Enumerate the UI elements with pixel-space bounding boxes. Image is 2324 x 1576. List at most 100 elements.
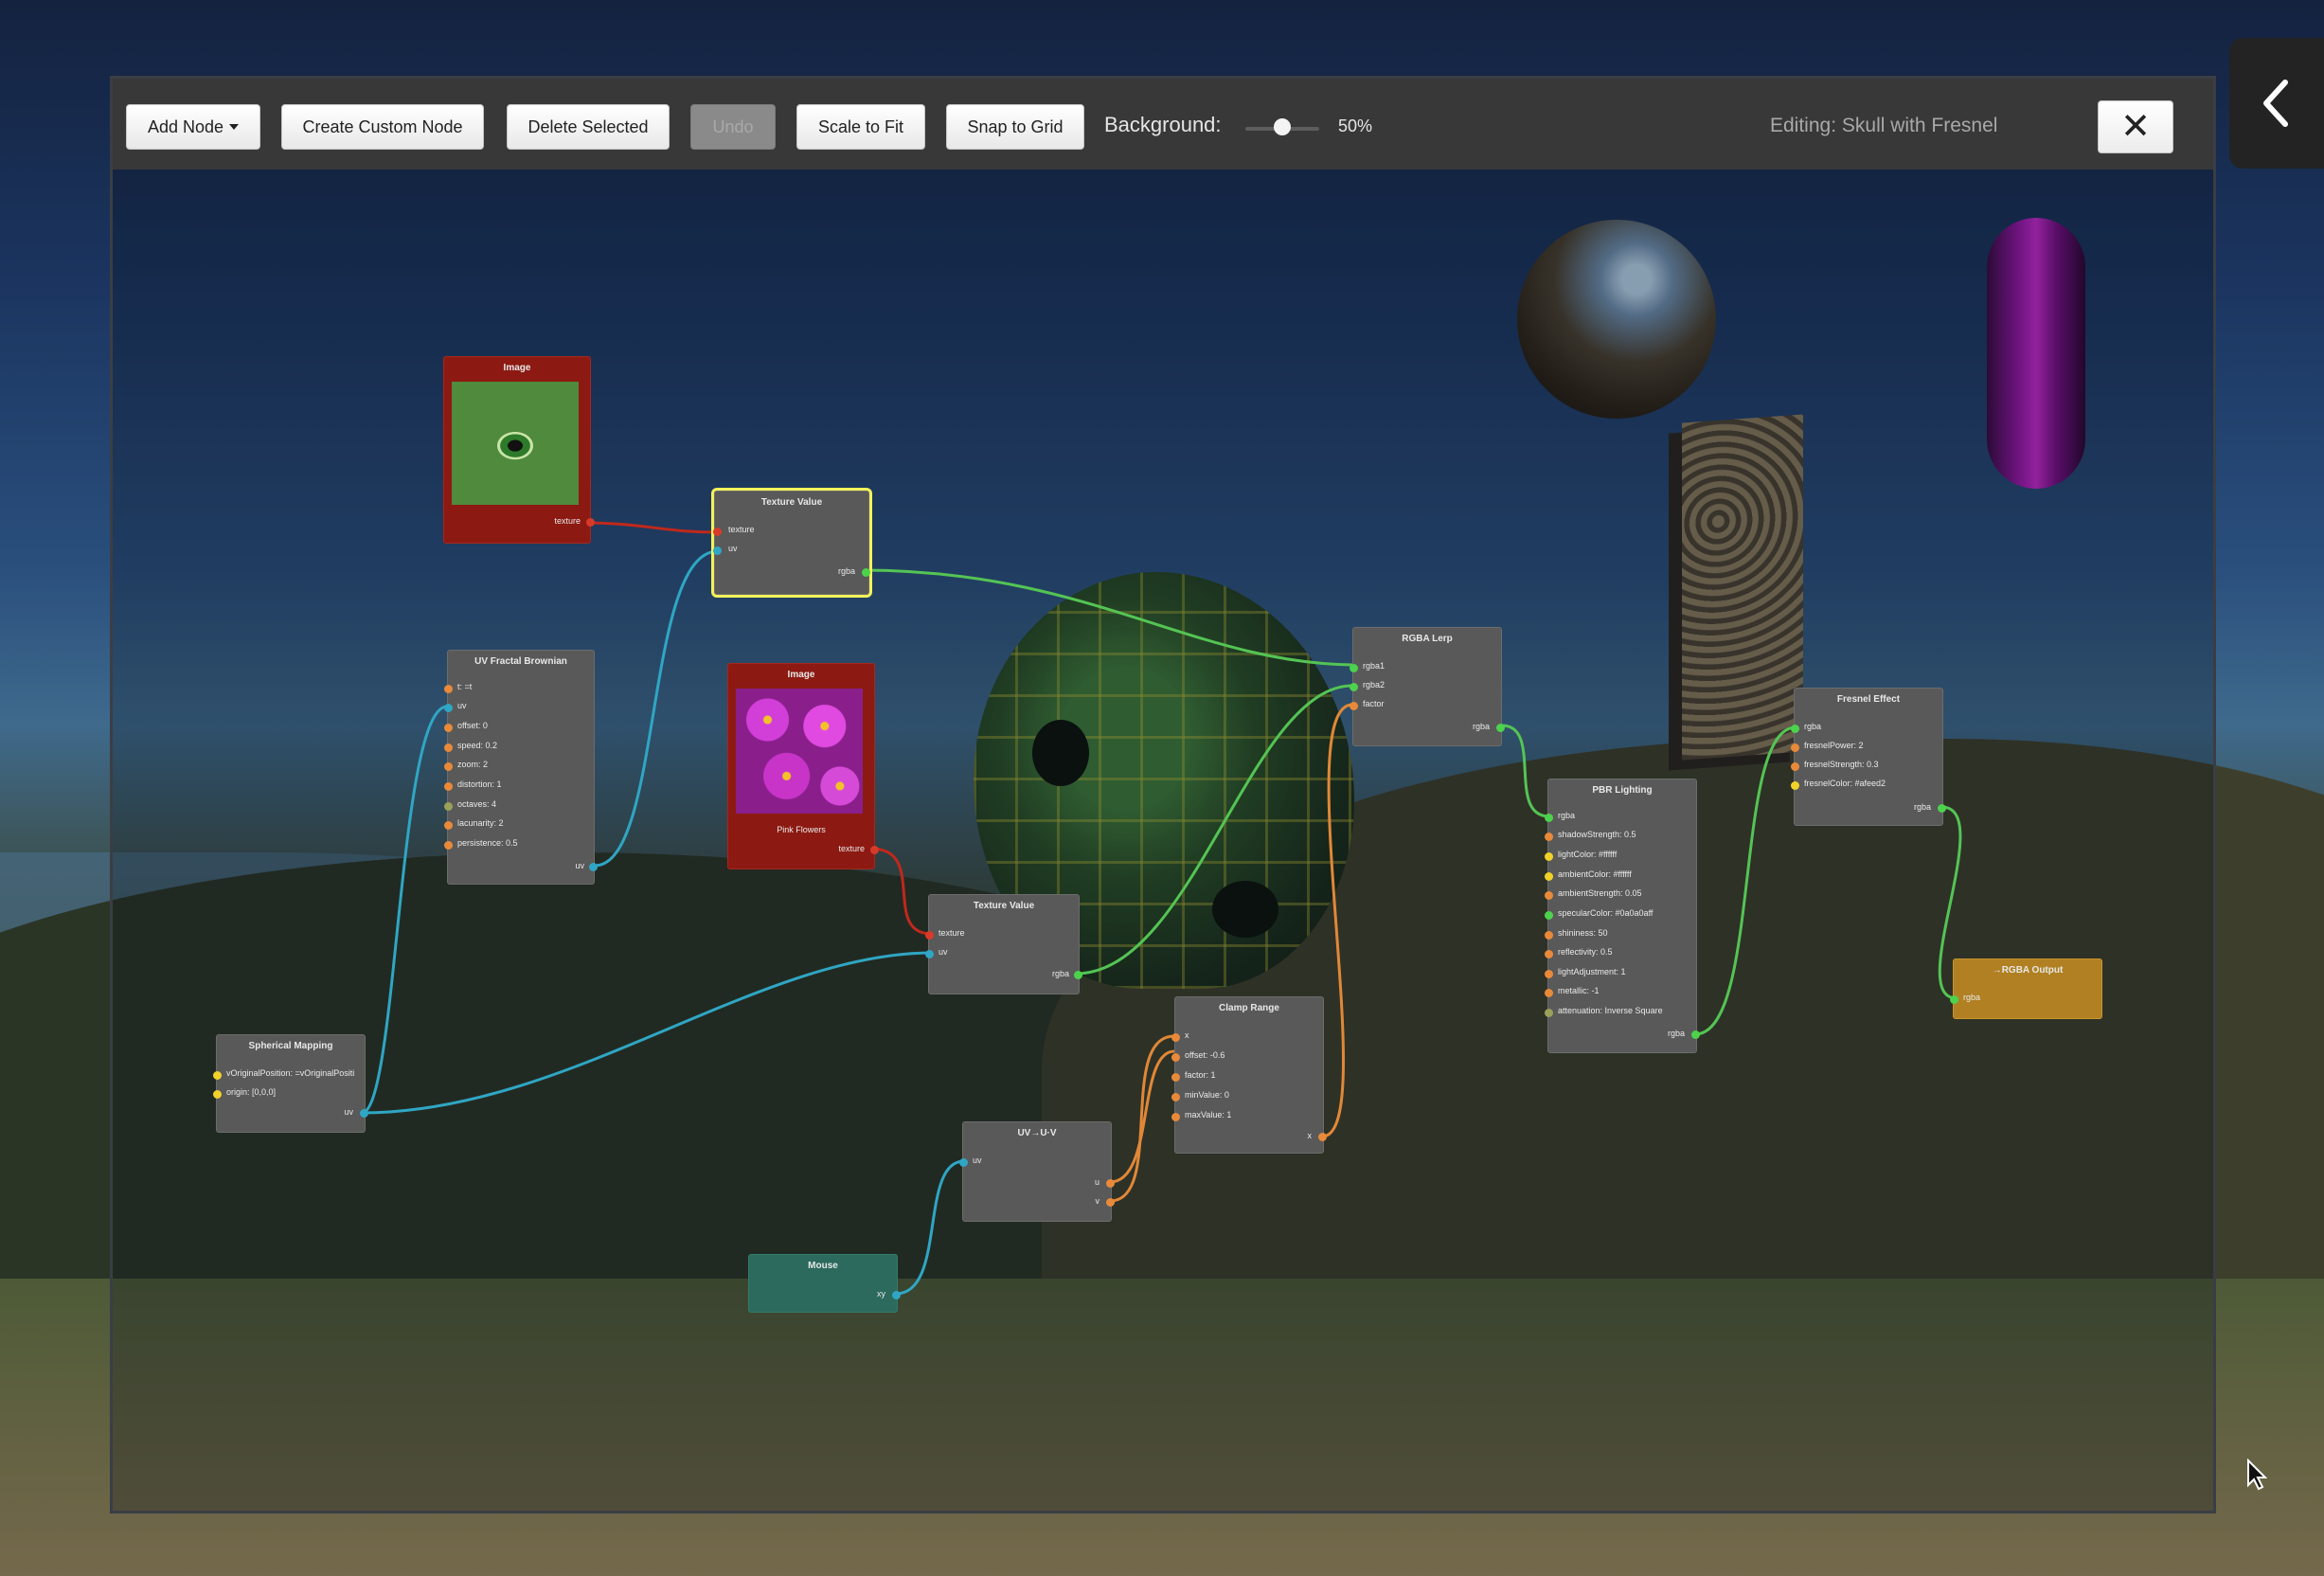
- undo-button[interactable]: Undo: [690, 104, 776, 150]
- input-port[interactable]: [444, 762, 453, 771]
- input-port[interactable]: [1545, 970, 1553, 978]
- input-port-rgba2[interactable]: [1350, 683, 1358, 691]
- node-image-eye[interactable]: Image texture: [443, 356, 595, 544]
- sidebar-toggle-button[interactable]: [2229, 38, 2324, 169]
- input-port[interactable]: [213, 1090, 222, 1099]
- caret-down-icon: [229, 124, 240, 130]
- port-label: distortion: 1: [457, 779, 502, 789]
- output-port-x[interactable]: [1318, 1133, 1327, 1141]
- node-pbr-lighting[interactable]: PBR Lighting rgba shadowStrength: 0.5 li…: [1545, 779, 1700, 1053]
- output-port-rgba[interactable]: [1938, 804, 1946, 813]
- input-port-factor[interactable]: [1350, 702, 1358, 710]
- input-port[interactable]: [1545, 872, 1553, 881]
- port-label: specularColor: #0a0a0aff: [1558, 908, 1654, 918]
- snap-to-grid-button[interactable]: Snap to Grid: [946, 104, 1084, 150]
- port-label: zoom: 2: [457, 760, 489, 769]
- input-port[interactable]: [1545, 931, 1553, 940]
- port-label: x: [1185, 1030, 1189, 1040]
- input-port-rgba1[interactable]: [1350, 664, 1358, 672]
- node-uv-split[interactable]: UV→U·V uv u v: [959, 1121, 1115, 1222]
- node-title: RGBA Lerp: [1402, 634, 1453, 644]
- input-port[interactable]: [1545, 891, 1553, 900]
- close-icon: ✕: [2120, 107, 2151, 147]
- node-title: →RGBA Output: [1992, 965, 2064, 976]
- output-port-xy[interactable]: [892, 1291, 901, 1299]
- delete-selected-button[interactable]: Delete Selected: [507, 104, 670, 150]
- input-port[interactable]: [444, 782, 453, 791]
- input-port-uv[interactable]: [959, 1158, 968, 1167]
- input-port[interactable]: [1545, 814, 1553, 822]
- image-caption: Pink Flowers: [777, 825, 826, 834]
- input-port[interactable]: [1171, 1113, 1180, 1121]
- node-rgba-lerp[interactable]: RGBA Lerp rgba1 rgba2 factor rgba: [1350, 627, 1505, 746]
- input-port[interactable]: [1791, 781, 1799, 790]
- node-title: Image: [503, 363, 531, 373]
- input-port[interactable]: [444, 802, 453, 811]
- output-port-texture[interactable]: [586, 518, 595, 527]
- port-label: rgba: [1804, 722, 1822, 731]
- input-port[interactable]: [1545, 911, 1553, 920]
- background-slider-thumb[interactable]: [1274, 118, 1291, 135]
- node-image-flowers[interactable]: Image Pink Flowers texture: [727, 663, 879, 869]
- port-label-rgba: rgba: [1913, 802, 1931, 812]
- output-port-v[interactable]: [1106, 1198, 1115, 1207]
- node-fresnel-effect[interactable]: Fresnel Effect rgba fresnelPower: 2 fres…: [1791, 688, 1946, 826]
- input-port-uv[interactable]: [713, 546, 722, 555]
- port-label: shadowStrength: 0.5: [1558, 830, 1636, 839]
- output-port-rgba[interactable]: [862, 568, 870, 577]
- node-texture-value-2[interactable]: Texture Value texture uv rgba: [925, 894, 1082, 994]
- node-spherical-mapping[interactable]: Spherical Mapping vOriginalPosition: =vO…: [213, 1034, 368, 1133]
- input-port[interactable]: [444, 724, 453, 732]
- output-port-u[interactable]: [1106, 1179, 1115, 1188]
- port-label-x: x: [1307, 1131, 1313, 1140]
- input-port[interactable]: [1791, 762, 1799, 771]
- input-port[interactable]: [1791, 725, 1799, 733]
- port-label: fresnelPower: 2: [1804, 741, 1864, 750]
- add-node-button[interactable]: Add Node: [126, 104, 260, 150]
- node-rgba-output[interactable]: →RGBA Output rgba: [1950, 958, 2102, 1019]
- port-label-uv: uv: [939, 947, 948, 957]
- close-button[interactable]: ✕: [2098, 100, 2173, 153]
- input-port[interactable]: [213, 1071, 222, 1080]
- input-port[interactable]: [1545, 852, 1553, 861]
- input-port-uv[interactable]: [925, 950, 934, 958]
- port-label: rgba: [1558, 811, 1576, 820]
- input-port[interactable]: [1545, 989, 1553, 997]
- output-port-rgba[interactable]: [1496, 724, 1505, 732]
- node-texture-value-1[interactable]: Texture Value texture uv rgba: [711, 488, 872, 598]
- node-uv-fractal-brownian[interactable]: UV Fractal Brownian t: =t uv offset: 0 s…: [444, 650, 598, 885]
- port-label: attenuation: Inverse Square: [1558, 1006, 1663, 1015]
- input-port[interactable]: [1791, 743, 1799, 752]
- input-port[interactable]: [1171, 1053, 1180, 1062]
- output-port-rgba[interactable]: [1691, 1030, 1700, 1039]
- input-port[interactable]: [1171, 1033, 1180, 1042]
- input-port[interactable]: [444, 743, 453, 752]
- node-mouse[interactable]: Mouse xy: [748, 1254, 901, 1313]
- port-label-uv: uv: [973, 1155, 982, 1165]
- input-port[interactable]: [444, 704, 453, 712]
- port-label-xy: xy: [877, 1289, 885, 1298]
- output-port-texture[interactable]: [870, 846, 879, 854]
- node-canvas[interactable]: [113, 170, 2213, 1511]
- input-port-rgba[interactable]: [1950, 995, 1958, 1004]
- input-port[interactable]: [444, 841, 453, 850]
- input-port[interactable]: [1545, 1009, 1553, 1017]
- port-label: shininess: 50: [1558, 928, 1608, 938]
- scale-to-fit-button[interactable]: Scale to Fit: [796, 104, 925, 150]
- port-label: ambientStrength: 0.05: [1558, 888, 1642, 898]
- input-port[interactable]: [1545, 833, 1553, 841]
- input-port-texture[interactable]: [925, 931, 934, 940]
- output-port-uv[interactable]: [360, 1109, 368, 1118]
- input-port[interactable]: [444, 821, 453, 830]
- port-label: uv: [457, 701, 467, 710]
- input-port-texture[interactable]: [713, 528, 722, 536]
- output-port-uv[interactable]: [589, 863, 598, 871]
- node-title: UV Fractal Brownian: [474, 656, 567, 667]
- input-port[interactable]: [1171, 1073, 1180, 1082]
- output-port-rgba[interactable]: [1074, 971, 1082, 979]
- create-custom-node-button[interactable]: Create Custom Node: [281, 104, 484, 150]
- node-clamp-range[interactable]: Clamp Range x offset: -0.6 factor: 1 min…: [1171, 996, 1327, 1154]
- input-port[interactable]: [1545, 950, 1553, 958]
- input-port[interactable]: [1171, 1093, 1180, 1101]
- input-port[interactable]: [444, 685, 453, 693]
